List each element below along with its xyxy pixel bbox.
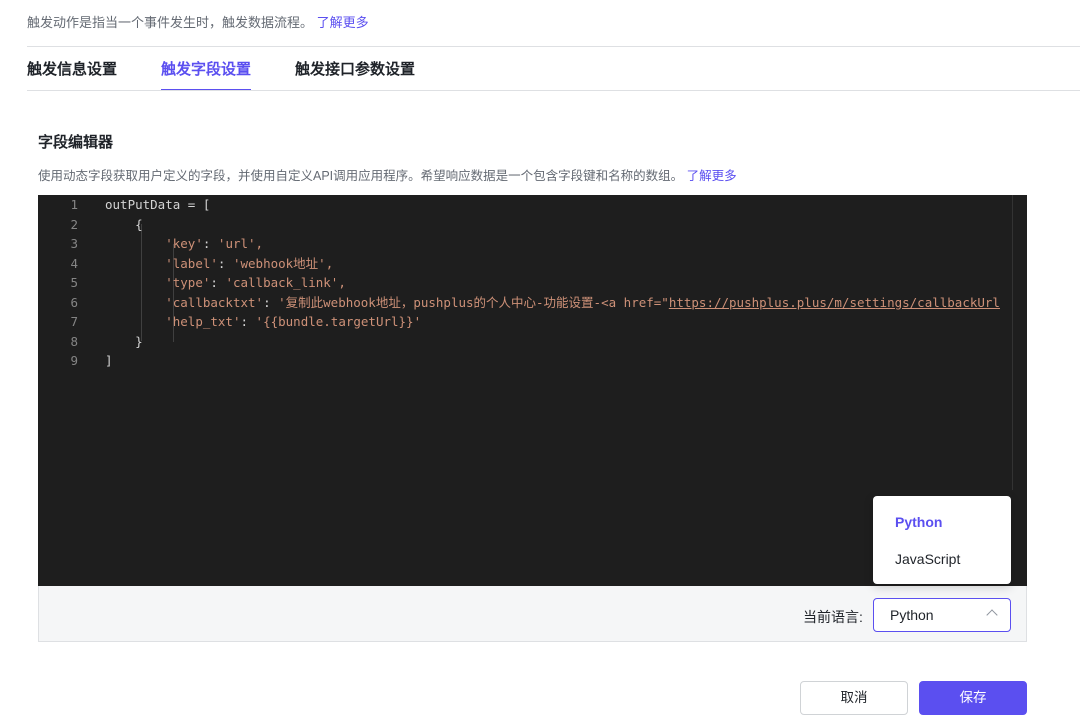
line-number: 6 <box>70 294 78 310</box>
tab-trigger-api-params[interactable]: 触发接口参数设置 <box>295 58 415 91</box>
language-dropdown: Python JavaScript <box>873 496 1011 584</box>
line-number: 9 <box>70 353 78 368</box>
chevron-up-icon <box>986 609 998 621</box>
callback-url-link[interactable]: https://pushplus.plus/m/settings/callbac… <box>669 295 1000 310</box>
code-line: 3 'key': 'url', <box>38 234 1027 254</box>
code-text: 'callbacktxt': '复制此webhook地址，pushplus的个人… <box>165 294 1000 310</box>
language-label: 当前语言: <box>803 609 863 625</box>
line-number: 8 <box>70 333 78 349</box>
code-text: ] <box>105 353 113 368</box>
tab-divider <box>27 90 1080 91</box>
line-number: 4 <box>70 255 78 271</box>
code-text: 'help_txt': '{{bundle.targetUrl}}' <box>165 314 422 329</box>
line-number: 7 <box>70 314 78 329</box>
section-description: 使用动态字段获取用户定义的字段，并使用自定义API调用应用程序。希望响应数据是一… <box>38 165 737 184</box>
line-number: 5 <box>70 275 78 290</box>
tabs: 触发信息设置 触发字段设置 触发接口参数设置 <box>27 58 415 91</box>
tab-trigger-fields[interactable]: 触发字段设置 <box>161 58 252 91</box>
code-line: 2 { <box>38 215 1027 235</box>
intro-text: 触发动作是指当一个事件发生时，触发数据流程。 了解更多 <box>27 12 369 31</box>
learn-more-link[interactable]: 了解更多 <box>317 15 369 30</box>
code-line: 6 'callbacktxt': '复制此webhook地址，pushplus的… <box>38 293 1027 313</box>
code-text: { <box>105 216 143 232</box>
code-text: outPutData = [ <box>105 197 211 212</box>
line-number: 3 <box>70 236 78 251</box>
language-select[interactable]: Python <box>873 598 1011 632</box>
code-text: 'type': 'callback_link', <box>165 275 346 290</box>
intro-description: 触发动作是指当一个事件发生时，触发数据流程。 <box>27 15 314 30</box>
save-button[interactable]: 保存 <box>919 681 1027 715</box>
cancel-button[interactable]: 取消 <box>800 681 908 715</box>
code-text: } <box>105 333 143 349</box>
code-text: 'label': 'webhook地址', <box>165 255 334 271</box>
line-number: 1 <box>70 197 78 212</box>
code-line: 4 'label': 'webhook地址', <box>38 254 1027 274</box>
section-title: 字段编辑器 <box>38 134 114 151</box>
tab-trigger-info[interactable]: 触发信息设置 <box>27 58 117 91</box>
code-line: 7 'help_txt': '{{bundle.targetUrl}}' <box>38 312 1027 332</box>
code-line: 8 } <box>38 332 1027 352</box>
option-javascript[interactable]: JavaScript <box>873 541 1011 578</box>
option-python[interactable]: Python <box>873 504 1011 541</box>
code-text: 'key': 'url', <box>165 236 264 251</box>
section-learn-more-link[interactable]: 了解更多 <box>687 169 737 183</box>
code-line: 5 'type': 'callback_link', <box>38 273 1027 293</box>
code-line: 9] <box>38 351 1027 371</box>
section-desc-text: 使用动态字段获取用户定义的字段，并使用自定义API调用应用程序。希望响应数据是一… <box>38 169 684 183</box>
line-number: 2 <box>70 216 78 232</box>
language-selected: Python <box>890 607 934 623</box>
divider <box>27 46 1080 47</box>
code-line: 1 outPutData = [ <box>38 195 1027 215</box>
